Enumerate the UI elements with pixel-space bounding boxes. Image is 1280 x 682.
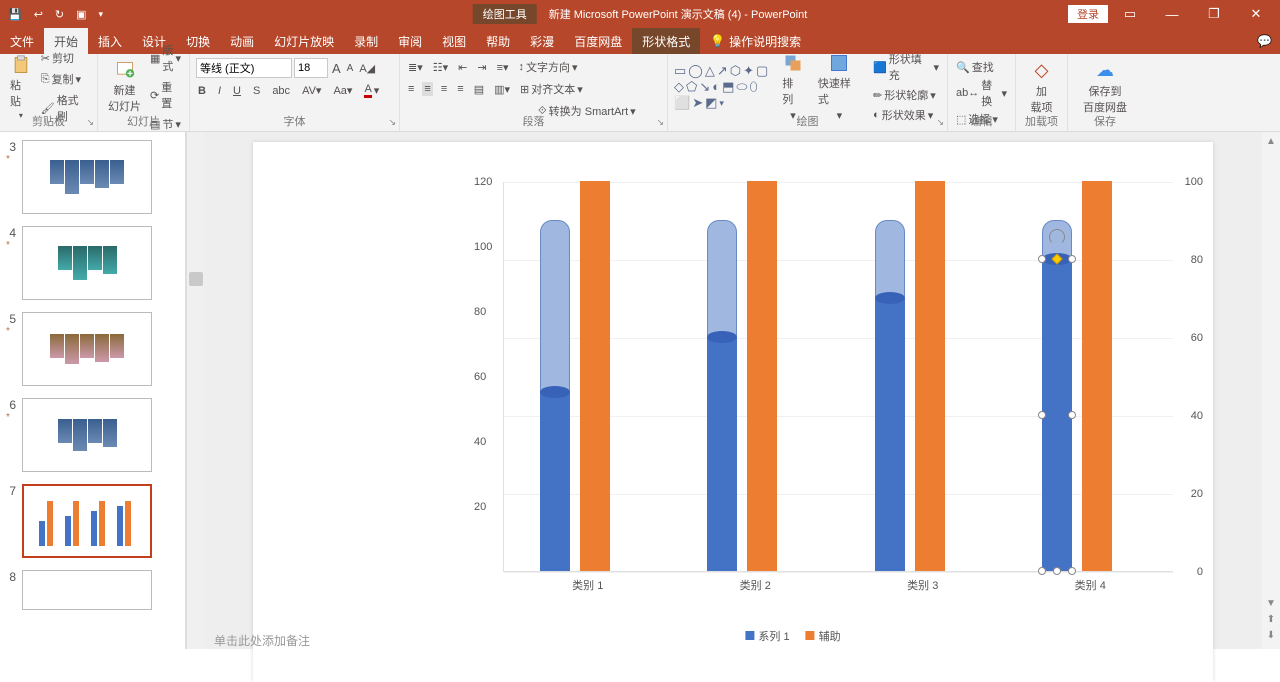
indent-right[interactable]: ⇥ (475, 60, 488, 75)
clear-format[interactable]: A◢ (357, 61, 377, 76)
tab-insert[interactable]: 插入 (88, 28, 132, 54)
spacing-button[interactable]: AV▾ (300, 83, 323, 98)
columns[interactable]: ▥▾ (492, 82, 512, 97)
tell-me[interactable]: 💡 操作说明搜索 (700, 28, 811, 54)
thumb-3[interactable] (22, 140, 152, 214)
font-color-button[interactable]: A▾ (362, 82, 381, 99)
new-slide-button[interactable]: 新建 幻灯片 (104, 60, 145, 114)
text-direction[interactable]: ↕ 文字方向 ▾ (517, 58, 580, 76)
shrink-font[interactable]: A (345, 62, 356, 75)
redo-icon[interactable]: ↻ (55, 8, 64, 21)
thumb-scrollbar[interactable] (186, 132, 204, 649)
shadow-button[interactable]: abc (270, 84, 292, 98)
group-edit: 编辑 (948, 113, 1015, 129)
qat-more-icon[interactable]: ▾ (99, 9, 104, 20)
tab-help[interactable]: 帮助 (476, 28, 520, 54)
shapes-gallery[interactable]: ▭◯△↗⬡✦ ▢◇⬠↘◐⬒ ⬭⬯⬜➤◩▾ (674, 64, 772, 110)
strike-button[interactable]: S (251, 84, 262, 98)
start-show-icon[interactable]: ▣ (76, 8, 86, 21)
tab-shape-format[interactable]: 形状格式 (632, 28, 700, 54)
quick-styles-button[interactable]: 快速样式▾ (814, 53, 865, 122)
thumb-6[interactable] (22, 398, 152, 472)
group-addin: 加载项 (1016, 113, 1067, 129)
group-slides: 幻灯片 (98, 113, 189, 129)
maximize-button[interactable]: ❐ (1194, 6, 1234, 22)
font-name-combo[interactable] (196, 58, 292, 78)
font-launcher[interactable]: ↘ (388, 117, 396, 128)
align-right[interactable]: ≡ (439, 82, 449, 96)
group-save: 保存 (1068, 113, 1142, 129)
align-left[interactable]: ≡ (406, 82, 416, 96)
slide-editor[interactable]: 02040608010020406080100120类别 1类别 2类别 3类别… (204, 132, 1262, 649)
vertical-scrollbar[interactable]: ▲ ▼ ⬆ ⬇ (1262, 132, 1280, 649)
italic-button[interactable]: I (216, 84, 223, 98)
share-icon[interactable]: 💬 (1257, 34, 1272, 48)
layout-button[interactable]: ▦ 版式 ▾ (148, 41, 183, 75)
group-font: 字体 (190, 113, 399, 129)
addins-button[interactable]: ◇加 载项 (1022, 58, 1061, 116)
thumb-4[interactable] (22, 226, 152, 300)
login-button[interactable]: 登录 (1068, 5, 1108, 23)
notes-area[interactable]: 单击此处添加备注 (214, 632, 310, 649)
align-center[interactable]: ≡ (422, 82, 432, 96)
indent-left[interactable]: ⇤ (456, 60, 469, 75)
save-icon[interactable]: 💾 (8, 8, 22, 21)
paste-button[interactable]: 粘贴 ▾ (6, 55, 36, 120)
line-spacing[interactable]: ≡▾ (495, 60, 511, 75)
replace-button[interactable]: ab↔ 替换 ▾ (954, 76, 1009, 110)
chart[interactable]: 02040608010020406080100120类别 1类别 2类别 3类别… (403, 152, 1183, 652)
ribbon-tabs: 文件 开始 插入 设计 切换 动画 幻灯片放映 录制 审阅 视图 帮助 彩漫 百… (0, 28, 1280, 54)
selected-shape (1042, 259, 1072, 571)
tab-animation[interactable]: 动画 (220, 28, 264, 54)
close-button[interactable]: ✕ (1236, 6, 1276, 22)
thumb-8[interactable] (22, 570, 152, 610)
group-draw: 绘图 (668, 113, 947, 129)
ribbon: 粘贴 ▾ ✂ 剪切 ⎘ 复制 ▾ 🖌 格式刷 剪贴板 ↘ 新建 幻灯片 ▦ 版式… (0, 54, 1280, 132)
undo-icon[interactable]: ↩ (34, 8, 43, 21)
tab-review[interactable]: 审阅 (388, 28, 432, 54)
case-button[interactable]: Aa▾ (331, 83, 354, 98)
underline-button[interactable]: U (231, 84, 243, 98)
numbering-button[interactable]: ☷▾ (431, 60, 450, 75)
distribute[interactable]: ▤ (472, 82, 486, 97)
arrange-button[interactable]: 排列▾ (778, 53, 808, 122)
grow-font[interactable]: A (330, 60, 343, 77)
bullets-button[interactable]: ≣▾ (406, 60, 425, 75)
shape-outline[interactable]: ✏ 形状轮廓 ▾ (871, 86, 941, 104)
tab-file[interactable]: 文件 (0, 28, 44, 54)
slide-thumbnails: 3* 4* 5* 6* 7 8 (0, 132, 186, 649)
shape-fill[interactable]: 🟦 形状填充 ▾ (871, 50, 941, 84)
clipboard-launcher[interactable]: ↘ (86, 117, 94, 128)
tab-view[interactable]: 视图 (432, 28, 476, 54)
save-baidu-button[interactable]: ☁保存到 百度网盘 (1074, 58, 1136, 116)
font-size-combo[interactable] (294, 58, 328, 78)
chart-legend: 系列 1 辅助 (745, 628, 840, 644)
ribbon-display-icon[interactable]: ▭ (1110, 6, 1150, 22)
tab-slideshow[interactable]: 幻灯片放映 (264, 28, 344, 54)
justify[interactable]: ≡ (455, 82, 465, 96)
tab-baidu[interactable]: 百度网盘 (564, 28, 632, 54)
tab-caiman[interactable]: 彩漫 (520, 28, 564, 54)
reset-button[interactable]: ⟳ 重置 (148, 78, 183, 112)
group-paragraph: 段落 (400, 113, 667, 129)
minimize-button[interactable]: — (1152, 7, 1192, 22)
doc-title: 新建 Microsoft PowerPoint 演示文稿 (4) - Power… (549, 6, 808, 22)
thumb-7[interactable] (22, 484, 152, 558)
draw-launcher[interactable]: ↘ (936, 117, 944, 128)
cut-button[interactable]: ✂ 剪切 (39, 49, 91, 67)
bold-button[interactable]: B (196, 84, 208, 98)
find-button[interactable]: 🔍 查找 (954, 58, 1009, 76)
copy-button[interactable]: ⎘ 复制 ▾ (39, 70, 91, 88)
para-launcher[interactable]: ↘ (656, 117, 664, 128)
contextual-tab-label: 绘图工具 (473, 4, 537, 24)
thumb-5[interactable] (22, 312, 152, 386)
align-text[interactable]: ⊞ 对齐文本 ▾ (518, 80, 585, 98)
tab-record[interactable]: 录制 (344, 28, 388, 54)
group-clipboard: 剪贴板 (0, 113, 97, 129)
